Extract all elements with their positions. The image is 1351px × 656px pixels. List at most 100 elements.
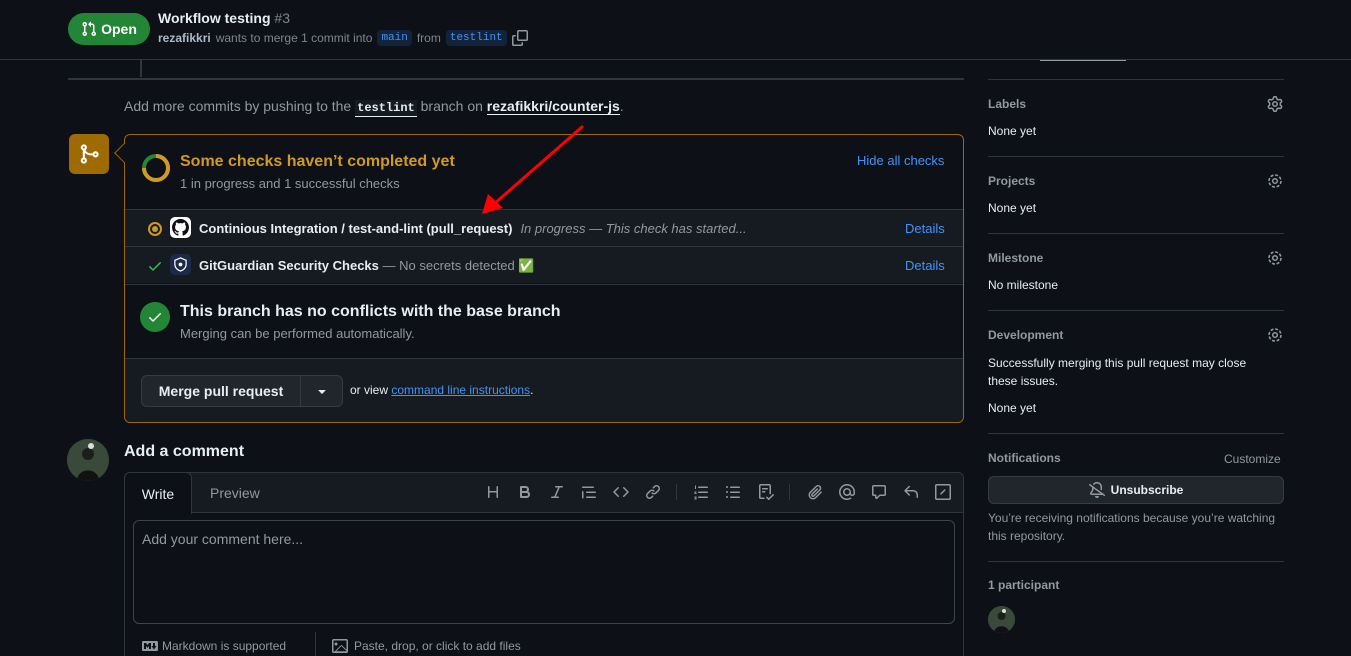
annotation-arrow [460, 120, 590, 220]
no-conflicts-title: This branch has no conflicts with the ba… [180, 303, 561, 320]
check-row: GitGuardian Security Checks — No secrets… [125, 246, 963, 283]
pr-merge-info: rezafikkri wants to merge 1 commit into … [158, 30, 528, 46]
check-name-text: GitGuardian Security Checks [199, 258, 379, 273]
unsubscribe-label: Unsubscribe [1110, 483, 1184, 497]
sidebar-divider [988, 433, 1284, 434]
pr-number: #3 [274, 10, 290, 26]
participants-heading: 1 participant [988, 578, 1060, 592]
cross-reference-icon[interactable] [870, 483, 888, 501]
checks-pending-icon [141, 153, 171, 183]
reply-icon[interactable] [902, 483, 920, 501]
cli-instructions-note: or view command line instructions. [350, 383, 533, 397]
toolbar-divider [789, 484, 790, 500]
tab-write[interactable]: Write [124, 472, 192, 514]
pr-state-label: Open [101, 21, 137, 37]
bold-icon[interactable] [516, 483, 534, 501]
push-note-suffix: . [619, 98, 624, 114]
customize-notifications-link[interactable]: Customize [1224, 452, 1281, 466]
gitguardian-avatar [170, 254, 191, 275]
or-view-text: or view [350, 383, 389, 397]
copy-icon[interactable] [511, 30, 528, 46]
gear-icon[interactable] [1267, 327, 1283, 343]
check-circle-icon [140, 302, 170, 332]
check-success-icon [147, 258, 163, 274]
check-details-link[interactable]: Details [905, 221, 945, 236]
comment-textarea[interactable] [133, 520, 955, 624]
repo-link[interactable]: rezafikkri/counter-js [486, 98, 620, 115]
footer-divider [315, 632, 316, 656]
sidebar-divider [988, 310, 1284, 311]
pull-request-icon [81, 21, 97, 37]
attach-files-note[interactable]: Paste, drop, or click to add files [332, 638, 521, 654]
unordered-list-icon[interactable] [724, 483, 742, 501]
check-description: In progress — This check has started... [520, 221, 747, 236]
heading-icon[interactable] [484, 483, 502, 501]
push-note-branch: testlint [355, 100, 417, 117]
hide-checks-button[interactable]: Hide all checks [857, 153, 944, 168]
unsubscribe-button[interactable]: Unsubscribe [988, 476, 1284, 504]
development-heading[interactable]: Development [988, 328, 1063, 342]
sidebar-divider [988, 561, 1284, 562]
labels-heading[interactable]: Labels [988, 97, 1026, 111]
timeline-line [140, 60, 142, 77]
markdown-note-text: Markdown is supported [162, 639, 287, 653]
markdown-note[interactable]: Markdown is supported [142, 638, 286, 654]
check-description: — No secrets detected ✅ [382, 258, 535, 273]
pr-title: Workflow testing #3 [158, 10, 290, 26]
no-conflicts-subtitle: Merging can be performed automatically. [180, 326, 415, 341]
check-name: Continious Integration / test-and-lint (… [199, 221, 747, 236]
base-branch[interactable]: main [377, 30, 412, 46]
notifications-heading: Notifications [988, 451, 1061, 465]
checks-subtitle: 1 in progress and 1 successful checks [180, 176, 400, 191]
milestone-heading[interactable]: Milestone [988, 251, 1043, 265]
slash-command-icon[interactable] [934, 483, 952, 501]
git-merge-icon [69, 134, 109, 174]
merge-pull-request-button[interactable]: Merge pull request [141, 375, 301, 407]
in-progress-icon [147, 221, 163, 237]
avatar[interactable] [67, 439, 109, 481]
mention-icon[interactable] [838, 483, 856, 501]
italic-icon[interactable] [548, 483, 566, 501]
merge-options-dropdown[interactable] [301, 375, 343, 407]
projects-value: None yet [988, 201, 1037, 215]
checks-title: Some checks haven’t completed yet [180, 153, 455, 170]
tab-preview[interactable]: Preview [210, 485, 260, 501]
code-icon[interactable] [612, 483, 630, 501]
labels-value: None yet [988, 124, 1037, 138]
development-value: None yet [988, 401, 1037, 415]
gear-icon[interactable] [1267, 96, 1283, 112]
sidebar-divider [988, 79, 1284, 80]
quote-icon[interactable] [580, 483, 598, 501]
push-note-middle: branch on [420, 98, 483, 114]
timeline-divider [68, 78, 964, 80]
merge-text: wants to merge 1 commit into [215, 31, 373, 45]
pr-title-text: Workflow testing [158, 10, 271, 26]
github-actions-avatar [170, 217, 191, 238]
author-link[interactable]: rezafikkri [158, 31, 211, 45]
triangle-down-icon [314, 383, 330, 399]
markdown-icon [142, 638, 158, 654]
check-details-link[interactable]: Details [905, 258, 945, 273]
sidebar-divider [988, 156, 1284, 157]
gear-icon[interactable] [1267, 173, 1283, 189]
image-icon [332, 638, 348, 654]
notifications-description: You’re receiving notifications because y… [988, 511, 1276, 543]
push-note-prefix: Add more commits by pushing to the [124, 98, 352, 114]
ordered-list-icon[interactable] [692, 483, 710, 501]
gear-icon[interactable] [1267, 250, 1283, 266]
paperclip-icon[interactable] [806, 483, 824, 501]
paste-note-text: Paste, drop, or click to add files [354, 639, 521, 653]
link-icon[interactable] [644, 483, 662, 501]
check-name: GitGuardian Security Checks — No secrets… [199, 258, 535, 274]
divider [125, 284, 963, 285]
add-comment-heading: Add a comment [124, 443, 245, 460]
command-line-instructions-link[interactable]: command line instructions [391, 383, 530, 397]
from-text: from [416, 31, 441, 45]
push-commits-note: Add more commits by pushing to the testl… [124, 98, 624, 117]
head-branch[interactable]: testlint [445, 30, 507, 46]
period-text: . [530, 383, 534, 397]
participant-avatar[interactable] [988, 606, 1015, 633]
milestone-value: No milestone [988, 278, 1059, 292]
task-list-icon[interactable] [757, 483, 775, 501]
projects-heading[interactable]: Projects [988, 174, 1035, 188]
